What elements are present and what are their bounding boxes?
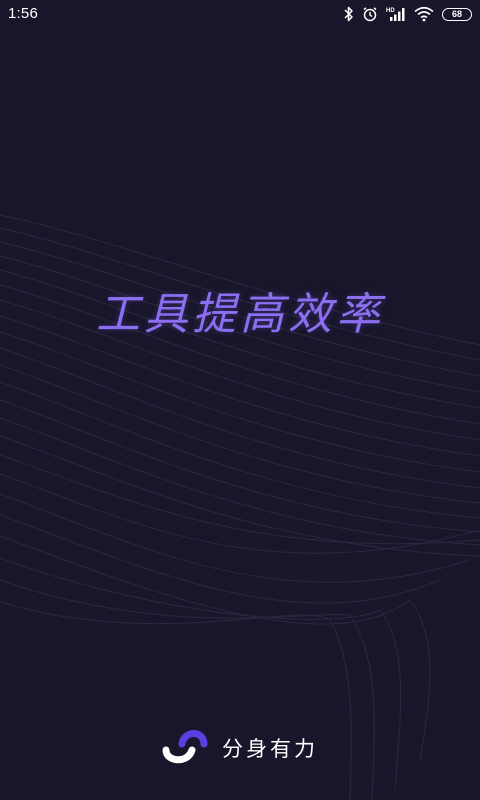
brand-footer: 分身有力 <box>0 728 480 768</box>
splash-slogan: 工具提高效率 <box>96 289 384 340</box>
wave-lines-background <box>0 214 480 800</box>
app-logo-icon <box>162 728 208 768</box>
brand-name: 分身有力 <box>222 737 318 761</box>
